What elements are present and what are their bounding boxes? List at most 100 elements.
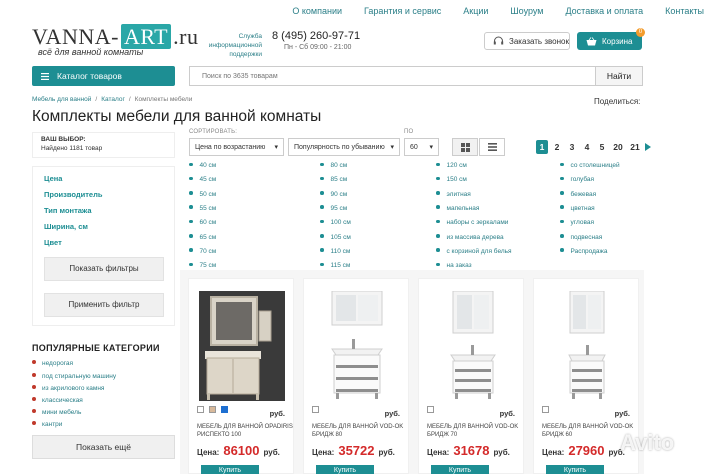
filter-option[interactable]: 55 см — [189, 205, 216, 212]
popular-category-item[interactable]: из акрилового камня — [32, 385, 104, 392]
facet-manufacturer[interactable]: Производитель — [44, 190, 102, 199]
popular-category-item[interactable]: мини мебель — [32, 409, 81, 416]
filter-option[interactable]: бежевая — [560, 191, 596, 198]
nav-link-showroom[interactable]: Шоурум — [510, 6, 543, 16]
filter-option[interactable]: 65 см — [189, 234, 216, 241]
filter-option-label: 120 см — [446, 162, 467, 169]
breadcrumb: Мебель для ванной / Каталог / Комплекты … — [32, 96, 192, 103]
filter-option[interactable]: 75 см — [189, 262, 216, 269]
page-link[interactable]: 4 — [581, 140, 593, 154]
page-link[interactable]: 3 — [566, 140, 578, 154]
nav-link-warranty[interactable]: Гарантия и сервис — [364, 6, 441, 16]
buy-button[interactable]: Купить — [316, 465, 374, 474]
search-input[interactable] — [189, 66, 596, 86]
product-name[interactable]: МЕБЕЛЬ ДЛЯ ВАННОЙ VOD-OK БРИДЖ 70 — [427, 423, 523, 439]
show-filters-button[interactable]: Показать фильтры — [44, 257, 164, 281]
color-swatch-white[interactable] — [427, 406, 434, 413]
filter-option[interactable]: 115 см — [320, 262, 350, 269]
filter-option[interactable]: 110 см — [320, 248, 350, 255]
buy-button[interactable]: Купить — [201, 465, 259, 474]
filter-option-label: со столешницей — [570, 162, 620, 169]
filter-option[interactable]: наборы с зеркалами — [436, 219, 508, 226]
product-card[interactable]: руб. МЕБЕЛЬ ДЛЯ ВАННОЙ VOD-OK БРИДЖ 80 Ц… — [303, 278, 409, 474]
popular-category-item[interactable]: недорогая — [32, 360, 73, 367]
next-page-icon[interactable] — [645, 143, 651, 151]
nav-link-promos[interactable]: Акции — [463, 6, 488, 16]
list-view-toggle[interactable] — [479, 138, 505, 156]
filter-option[interactable]: 60 см — [189, 219, 216, 226]
popular-category-item[interactable]: классическая — [32, 397, 83, 404]
product-name[interactable]: МЕБЕЛЬ ДЛЯ ВАННОЙ OPADIRIS РИСПЕКТО 100 — [197, 423, 293, 439]
nav-link-about[interactable]: О компании — [292, 6, 342, 16]
color-swatch-white[interactable] — [542, 406, 549, 413]
filter-option[interactable]: подвесная — [560, 234, 602, 241]
page-link[interactable]: 5 — [596, 140, 608, 154]
product-name[interactable]: МЕБЕЛЬ ДЛЯ ВАННОЙ VOD-OK БРИДЖ 80 — [312, 423, 408, 439]
color-swatch-beige[interactable] — [209, 406, 216, 413]
search-button[interactable]: Найти — [595, 66, 643, 86]
popular-category-label: мини мебель — [42, 409, 82, 416]
product-image[interactable] — [427, 291, 517, 401]
filter-option[interactable]: 95 см — [320, 205, 347, 212]
filter-option[interactable]: на заказ — [436, 262, 472, 269]
filter-option[interactable]: голубая — [560, 176, 594, 183]
popular-category-item[interactable]: под стиральную машину — [32, 373, 116, 380]
color-swatch-blue[interactable] — [221, 406, 228, 413]
phone-number[interactable]: 8 (495) 260-97-71 — [272, 30, 360, 42]
facet-mount-type[interactable]: Тип монтажа — [44, 206, 92, 215]
apply-filter-button[interactable]: Применить фильтр — [44, 293, 164, 317]
per-page-select[interactable]: 60 ▾ — [404, 138, 439, 156]
breadcrumb-item[interactable]: Каталог — [101, 96, 125, 103]
catalog-button[interactable]: Каталог товаров — [32, 66, 175, 86]
product-image[interactable] — [312, 291, 402, 401]
service-label[interactable]: Служба информационной поддержки — [184, 32, 262, 59]
buy-button[interactable]: Купить — [546, 465, 604, 474]
filter-option[interactable]: элитная — [436, 191, 471, 198]
page-link-current[interactable]: 1 — [536, 140, 548, 154]
filter-option[interactable]: со столешницей — [560, 162, 620, 169]
sort-price-select[interactable]: Цена по возрастанию ▾ — [189, 138, 284, 156]
page-link[interactable]: 20 — [611, 140, 625, 154]
color-swatch-white[interactable] — [197, 406, 204, 413]
filter-option[interactable]: с корзиной для белья — [436, 248, 512, 255]
facet-width[interactable]: Ширина, см — [44, 222, 88, 231]
working-hours: Пн - Сб 09:00 - 21:00 — [284, 44, 352, 51]
cart-button[interactable]: Корзина — [577, 32, 642, 50]
nav-link-delivery[interactable]: Доставка и оплата — [565, 6, 643, 16]
filter-option-label: 105 см — [330, 233, 351, 241]
sort-popularity-select[interactable]: Популярность по убыванию ▾ — [288, 138, 400, 156]
request-call-button[interactable]: Заказать звонок — [484, 32, 570, 50]
filter-option[interactable]: 120 см — [436, 162, 467, 169]
product-image[interactable] — [542, 291, 632, 401]
filter-option[interactable]: 85 см — [320, 176, 347, 183]
filter-option[interactable]: из массива дерева — [436, 234, 504, 241]
filter-option-label: с корзиной для белья — [446, 247, 512, 255]
show-more-button[interactable]: Показать ещё — [32, 435, 175, 459]
filter-option[interactable]: 100 см — [320, 219, 351, 226]
filter-option[interactable]: цветная — [560, 205, 595, 212]
filter-option[interactable]: угловая — [560, 219, 594, 226]
grid-view-toggle[interactable] — [452, 138, 478, 156]
popular-category-item[interactable]: кантри — [32, 421, 62, 428]
color-swatch-white[interactable] — [312, 406, 319, 413]
product-card[interactable]: руб. МЕБЕЛЬ ДЛЯ ВАННОЙ OPADIRIS РИСПЕКТО… — [188, 278, 294, 474]
filter-option[interactable]: 45 см — [189, 176, 216, 183]
filter-option[interactable]: Распродажа — [560, 248, 607, 255]
filter-option[interactable]: мапельная — [436, 205, 479, 212]
facet-color[interactable]: Цвет — [44, 238, 62, 247]
filter-option[interactable]: 80 см — [320, 162, 347, 169]
filter-option[interactable]: 40 см — [189, 162, 216, 169]
filter-option[interactable]: 70 см — [189, 248, 216, 255]
breadcrumb-item[interactable]: Мебель для ванной — [32, 96, 91, 103]
product-card[interactable]: руб. МЕБЕЛЬ ДЛЯ ВАННОЙ VOD-OK БРИДЖ 70 Ц… — [418, 278, 524, 474]
filter-option[interactable]: 90 см — [320, 191, 347, 198]
filter-option[interactable]: 105 см — [320, 234, 351, 241]
product-image[interactable] — [197, 291, 287, 401]
filter-option[interactable]: 150 см — [436, 176, 467, 183]
buy-button[interactable]: Купить — [431, 465, 489, 474]
nav-link-contacts[interactable]: Контакты — [665, 6, 704, 16]
page-link[interactable]: 2 — [551, 140, 563, 154]
filter-option[interactable]: 50 см — [189, 191, 216, 198]
facet-price[interactable]: Цена — [44, 174, 62, 183]
page-link[interactable]: 21 — [628, 140, 642, 154]
